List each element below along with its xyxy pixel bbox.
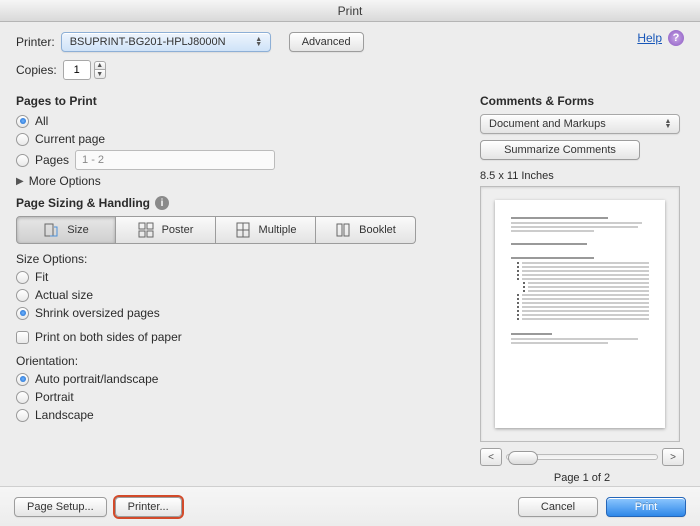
- page-dimensions: 8.5 x 11 Inches: [480, 170, 684, 182]
- info-icon[interactable]: i: [155, 196, 169, 210]
- summarize-comments-button[interactable]: Summarize Comments: [480, 140, 640, 160]
- orientation-landscape-label: Landscape: [35, 408, 94, 422]
- comments-select[interactable]: Document and Markups ▲▼: [480, 114, 680, 134]
- printer-label: Printer:: [16, 35, 55, 49]
- chevron-down-icon: ▼: [94, 70, 106, 79]
- copies-label: Copies:: [16, 63, 57, 77]
- tab-poster[interactable]: Poster: [116, 216, 216, 244]
- radio-icon: [16, 373, 29, 386]
- help-icon[interactable]: ?: [668, 30, 684, 46]
- comments-selected-value: Document and Markups: [489, 118, 606, 130]
- size-options-title: Size Options:: [16, 252, 454, 266]
- triangle-right-icon: ▶: [16, 176, 24, 187]
- advanced-button-label: Advanced: [302, 36, 351, 48]
- cancel-label: Cancel: [541, 501, 575, 513]
- tab-booklet[interactable]: Booklet: [316, 216, 416, 244]
- multiple-icon: [235, 222, 251, 238]
- radio-fit-label: Fit: [35, 270, 48, 284]
- checkbox-duplex[interactable]: Print on both sides of paper: [16, 330, 454, 344]
- radio-icon: [16, 289, 29, 302]
- printer-select[interactable]: BSUPRINT-BG201-HPLJ8000N ▲▼: [61, 32, 271, 52]
- window-title: Print: [338, 4, 363, 18]
- more-options-label: More Options: [29, 174, 101, 188]
- summarize-comments-label: Summarize Comments: [504, 144, 616, 156]
- preview-next-button[interactable]: >: [662, 448, 684, 466]
- pages-to-print-title: Pages to Print: [16, 94, 454, 108]
- comments-title: Comments & Forms: [480, 94, 684, 108]
- chevron-up-icon: ▲: [94, 61, 106, 70]
- radio-icon: [16, 391, 29, 404]
- radio-all-label: All: [35, 114, 48, 128]
- copies-stepper[interactable]: ▲ ▼: [94, 61, 106, 79]
- radio-icon: [16, 409, 29, 422]
- radio-orientation-landscape[interactable]: Landscape: [16, 408, 454, 422]
- page-indicator: Page 1 of 2: [480, 472, 684, 484]
- cancel-button[interactable]: Cancel: [518, 497, 598, 517]
- radio-icon: [16, 154, 29, 167]
- radio-shrink-label: Shrink oversized pages: [35, 306, 160, 320]
- radio-icon: [16, 115, 29, 128]
- tab-size-label: Size: [67, 224, 88, 236]
- copies-input[interactable]: [63, 60, 91, 80]
- scrollbar-thumb[interactable]: [508, 451, 538, 465]
- radio-pages[interactable]: Pages: [16, 150, 454, 170]
- booklet-icon: [335, 222, 351, 238]
- window-titlebar: Print: [0, 0, 700, 22]
- duplex-label: Print on both sides of paper: [35, 330, 182, 344]
- radio-orientation-portrait[interactable]: Portrait: [16, 390, 454, 404]
- size-icon: [43, 222, 59, 238]
- chevron-updown-icon: ▲▼: [252, 37, 266, 47]
- preview-scrollbar[interactable]: [506, 454, 658, 460]
- radio-fit[interactable]: Fit: [16, 270, 454, 284]
- poster-icon: [138, 222, 154, 238]
- printer-settings-label: Printer...: [128, 501, 169, 513]
- radio-pages-label: Pages: [35, 153, 69, 167]
- radio-shrink[interactable]: Shrink oversized pages: [16, 306, 454, 320]
- checkbox-icon: [16, 331, 29, 344]
- radio-icon: [16, 271, 29, 284]
- more-options-disclosure[interactable]: ▶ More Options: [16, 174, 454, 188]
- radio-icon: [16, 133, 29, 146]
- page-sizing-title: Page Sizing & Handling i: [16, 196, 454, 210]
- help-link[interactable]: Help: [637, 31, 662, 45]
- preview-prev-button[interactable]: <: [480, 448, 502, 466]
- orientation-title: Orientation:: [16, 354, 454, 368]
- radio-orientation-auto[interactable]: Auto portrait/landscape: [16, 372, 454, 386]
- print-button[interactable]: Print: [606, 497, 686, 517]
- pages-range-input[interactable]: [75, 150, 275, 170]
- tab-size[interactable]: Size: [16, 216, 116, 244]
- tab-multiple-label: Multiple: [259, 224, 297, 236]
- radio-actual-size[interactable]: Actual size: [16, 288, 454, 302]
- tab-booklet-label: Booklet: [359, 224, 396, 236]
- printer-selected-value: BSUPRINT-BG201-HPLJ8000N: [70, 36, 226, 48]
- radio-icon: [16, 307, 29, 320]
- orientation-portrait-label: Portrait: [35, 390, 74, 404]
- chevron-updown-icon: ▲▼: [661, 119, 675, 129]
- advanced-button[interactable]: Advanced: [289, 32, 364, 52]
- page-setup-label: Page Setup...: [27, 501, 94, 513]
- printer-settings-button[interactable]: Printer...: [115, 497, 182, 517]
- orientation-auto-label: Auto portrait/landscape: [35, 372, 158, 386]
- radio-current-label: Current page: [35, 132, 105, 146]
- radio-actual-label: Actual size: [35, 288, 93, 302]
- paper-preview: [495, 200, 665, 428]
- radio-current-page[interactable]: Current page: [16, 132, 454, 146]
- radio-all[interactable]: All: [16, 114, 454, 128]
- page-setup-button[interactable]: Page Setup...: [14, 497, 107, 517]
- print-label: Print: [635, 501, 658, 513]
- tab-poster-label: Poster: [162, 224, 194, 236]
- sizing-tabs: Size Poster Multiple: [16, 216, 454, 244]
- tab-multiple[interactable]: Multiple: [216, 216, 316, 244]
- print-preview: [480, 186, 680, 442]
